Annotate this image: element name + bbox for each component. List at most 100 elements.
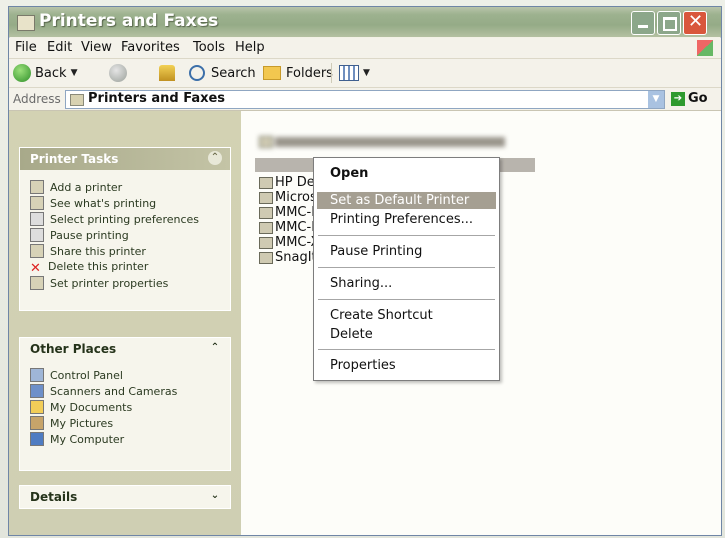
up-folder-icon (159, 65, 175, 81)
task-delete-printer[interactable]: ✕ Delete this printer (30, 260, 149, 276)
folders-button[interactable]: Folders (263, 63, 333, 83)
properties-icon (30, 276, 44, 290)
task-share-printer[interactable]: Share this printer (30, 244, 146, 258)
toolbar: Back ▼ Search Folders ▼ (9, 59, 721, 88)
ctx-printing-preferences[interactable]: Printing Preferences... (330, 212, 473, 227)
ctx-separator (318, 299, 495, 300)
views-button[interactable]: ▼ (339, 63, 370, 83)
printer-icon (259, 221, 273, 234)
address-bar: Address Printers and Faxes ▼ ➔ Go (9, 88, 721, 111)
printer-icon (259, 191, 273, 204)
place-label: My Documents (50, 400, 133, 414)
task-label: Share this printer (50, 244, 146, 258)
place-control-panel[interactable]: Control Panel (30, 368, 123, 382)
task-printer-properties[interactable]: Set printer properties (30, 276, 168, 290)
ctx-sharing[interactable]: Sharing... (330, 276, 392, 291)
delete-x-icon: ✕ (30, 260, 41, 276)
task-label: Pause printing (50, 228, 129, 242)
chevron-down-icon: ▼ (363, 68, 370, 78)
task-label: Delete this printer (48, 260, 149, 273)
go-arrow-icon: ➔ (671, 91, 685, 106)
minimize-button[interactable] (631, 11, 655, 35)
title-bar[interactable]: Printers and Faxes ✕ (9, 7, 721, 37)
back-label: Back (35, 65, 67, 81)
search-icon (189, 65, 205, 81)
place-label: Control Panel (50, 368, 123, 382)
ctx-delete[interactable]: Delete (330, 327, 373, 342)
maximize-button[interactable] (657, 11, 681, 35)
folders-label: Folders (286, 65, 333, 81)
close-button[interactable]: ✕ (683, 11, 707, 35)
share-icon (30, 244, 44, 258)
printer-icon (259, 136, 273, 148)
forward-button[interactable] (109, 63, 131, 83)
pause-icon (30, 228, 44, 242)
page: o Windows XP parara tarefas de entradass… (0, 0, 725, 538)
ctx-properties[interactable]: Properties (330, 358, 396, 373)
printer-item[interactable]: MMC-P (259, 220, 319, 235)
printer-tasks-header[interactable]: Printer Tasks ⌃ (20, 148, 230, 170)
printer-label: SnagIt (275, 250, 317, 265)
task-see-printing[interactable]: See what's printing (30, 196, 156, 210)
back-button[interactable]: Back ▼ (13, 63, 77, 83)
place-my-pictures[interactable]: My Pictures (30, 416, 113, 430)
documents-folder-icon (30, 400, 44, 414)
ctx-separator (318, 235, 495, 236)
folder-icon (263, 66, 281, 80)
chevron-down-icon: ▼ (70, 68, 78, 78)
task-label: See what's printing (50, 196, 157, 210)
printer-icon (259, 251, 273, 264)
address-field[interactable]: Printers and Faxes ▼ (65, 90, 665, 109)
menu-help[interactable]: Help (235, 40, 265, 55)
close-icon: ✕ (688, 11, 704, 32)
go-button[interactable]: ➔ Go (671, 91, 708, 106)
task-printing-preferences[interactable]: Select printing preferences (30, 212, 199, 226)
menu-view[interactable]: View (81, 40, 112, 55)
other-places-header[interactable]: Other Places ⌃ (20, 338, 230, 360)
menu-file[interactable]: File (15, 40, 37, 55)
views-icon (339, 65, 359, 81)
up-folder-button[interactable] (159, 63, 175, 83)
menu-favorites[interactable]: Favorites (121, 40, 180, 55)
preferences-icon (30, 212, 44, 226)
printer-tasks-title: Printer Tasks (30, 152, 119, 166)
printer-folder-icon (17, 15, 35, 31)
computer-icon (30, 432, 44, 446)
printer-item[interactable]: MMC-X (259, 235, 319, 250)
place-my-computer[interactable]: My Computer (30, 432, 124, 446)
address-value: Printers and Faxes (88, 91, 226, 106)
place-my-documents[interactable]: My Documents (30, 400, 132, 414)
task-add-printer[interactable]: Add a printer (30, 180, 122, 194)
address-dropdown-button[interactable]: ▼ (648, 91, 664, 108)
printer-item[interactable]: SnagIt (259, 250, 317, 265)
ctx-open[interactable]: Open (330, 166, 368, 181)
collapse-icon[interactable]: ⌃ (208, 341, 222, 355)
task-pane: Printer Tasks ⌃ Add a printer See what's… (9, 111, 241, 535)
other-places-title: Other Places (30, 342, 117, 356)
collapse-icon[interactable]: ⌃ (208, 151, 222, 165)
printer-item-redacted[interactable] (259, 136, 505, 148)
printer-icon (259, 176, 273, 189)
toolbar-divider (331, 63, 332, 83)
place-scanners[interactable]: Scanners and Cameras (30, 384, 177, 398)
windows-logo-icon (697, 40, 713, 56)
ctx-create-shortcut[interactable]: Create Shortcut (330, 308, 433, 323)
pictures-folder-icon (30, 416, 44, 430)
context-menu: Open Set as Default Printer Printing Pre… (313, 157, 500, 381)
ctx-pause-printing[interactable]: Pause Printing (330, 244, 422, 259)
printer-item[interactable]: MMC-II (259, 205, 319, 220)
place-label: My Pictures (50, 416, 114, 430)
printer-folder-icon (70, 94, 84, 106)
ctx-set-default-printer[interactable]: Set as Default Printer (330, 193, 469, 208)
menu-edit[interactable]: Edit (47, 40, 72, 55)
menu-bar: File Edit View Favorites Tools Help (9, 38, 721, 59)
printer-icon (259, 236, 273, 249)
other-places-panel: Other Places ⌃ Control Panel Scanners an… (19, 337, 231, 471)
address-label: Address (13, 92, 61, 106)
details-header[interactable]: Details ⌄ (20, 486, 230, 508)
expand-icon[interactable]: ⌄ (208, 489, 222, 503)
forward-arrow-icon (109, 64, 127, 82)
task-pause-printing[interactable]: Pause printing (30, 228, 129, 242)
search-button[interactable]: Search (189, 63, 256, 83)
menu-tools[interactable]: Tools (193, 40, 225, 55)
